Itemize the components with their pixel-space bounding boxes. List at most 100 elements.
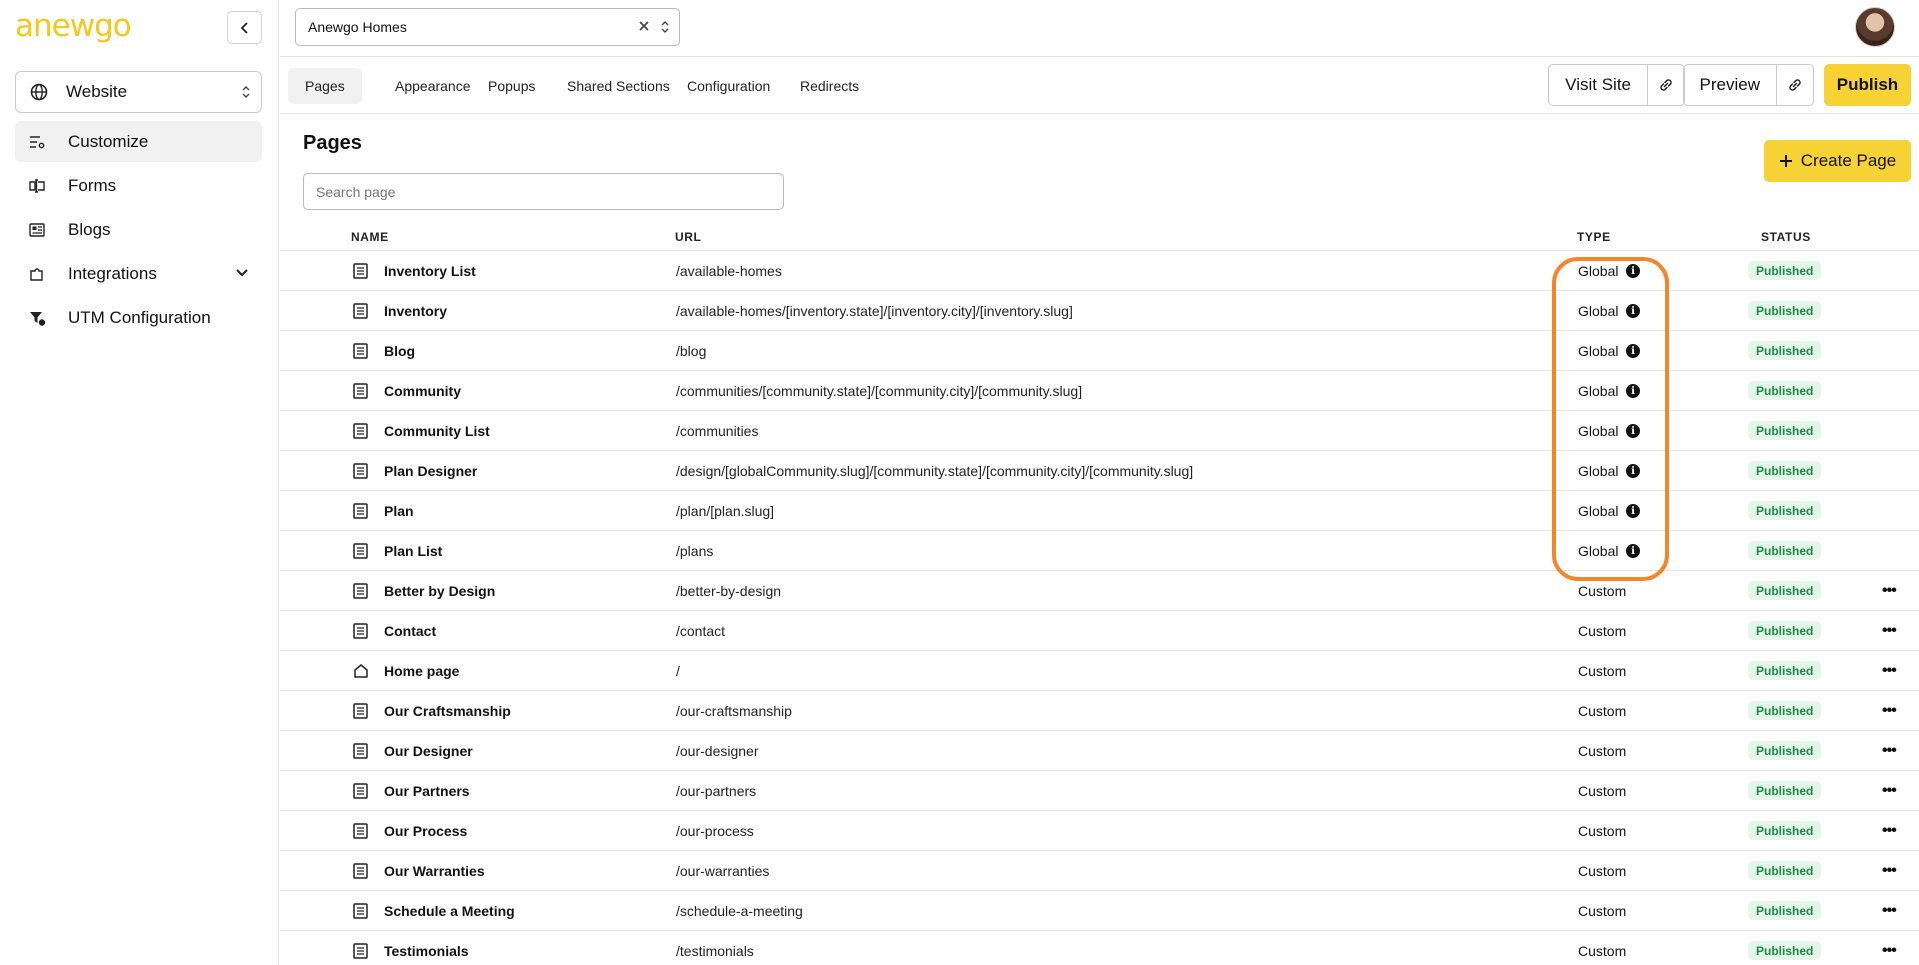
status-badge: Published [1748,501,1822,520]
clear-icon[interactable] [637,19,651,33]
page-url: /available-homes [676,263,782,279]
info-icon[interactable]: i [1626,424,1640,438]
table-row[interactable]: Community List/communities Global i Publish… [280,411,1919,451]
table-row[interactable]: Community/communities/[community.state]/… [280,371,1919,411]
table-row[interactable]: Our Warranties/our-warranties Custom Publi… [280,851,1919,891]
page-name[interactable]: Plan Designer [384,463,477,479]
page-name[interactable]: Inventory List [384,263,476,279]
page-name[interactable]: Inventory [384,303,447,319]
more-options-icon[interactable]: ••• [1882,622,1897,640]
anewgo-logo[interactable]: anewgo [15,8,132,44]
page-icon-cell [353,583,368,602]
page-icon [353,943,368,959]
chevron-down-icon[interactable] [234,265,250,281]
page-name[interactable]: Community [384,383,461,399]
info-icon[interactable]: i [1626,264,1640,278]
table-row[interactable]: Plan/plan/[plan.slug] Global i Published [280,491,1919,531]
publish-button[interactable]: Publish [1824,64,1911,106]
page-icon [353,383,368,399]
info-icon[interactable]: i [1626,544,1640,558]
table-row[interactable]: Blog/blog Global i Published [280,331,1919,371]
table-row[interactable]: Home page / Custom Published ••• [280,651,1919,691]
table-row[interactable]: Our Partners/our-partners Custom Published… [280,771,1919,811]
page-name[interactable]: Our Partners [384,783,470,799]
more-options-icon[interactable]: ••• [1882,862,1897,880]
page-icon-cell [353,703,368,722]
table-header: NAME URL TYPE STATUS [280,225,1919,251]
page-url: /communities/[community.state]/[communit… [676,383,1083,399]
page-name[interactable]: Testimonials [384,943,469,959]
more-options-icon[interactable]: ••• [1882,902,1897,920]
more-options-icon[interactable]: ••• [1882,662,1897,680]
column-url[interactable]: URL [675,230,701,244]
sidebar-item-utm-configuration[interactable]: UTM Configuration [15,297,262,338]
table-row[interactable]: Plan Designer/design/[globalCommunity.sl… [280,451,1919,491]
more-options-icon[interactable]: ••• [1882,822,1897,840]
page-name[interactable]: Our Warranties [384,863,485,879]
table-row[interactable]: Better by Design/better-by-design Custom P… [280,571,1919,611]
page-name[interactable]: Our Craftsmanship [384,703,511,719]
site-type-select[interactable]: Website [15,71,262,113]
column-name[interactable]: NAME [351,230,389,244]
table-row[interactable]: Our Designer/our-designer Custom Published… [280,731,1919,771]
collapse-sidebar-button[interactable] [227,11,262,44]
search-page-input[interactable] [303,173,784,210]
status-badge: Published [1748,381,1822,400]
link-icon [1660,79,1672,91]
tab-pages[interactable]: Pages [288,68,362,104]
page-name[interactable]: Better by Design [384,583,495,599]
table-row[interactable]: Contact/contact Custom Published ••• [280,611,1919,651]
user-avatar[interactable] [1855,7,1895,47]
page-type: Global [1578,503,1619,519]
visit-site-button[interactable]: Visit Site [1549,65,1648,105]
sidebar-item-forms[interactable]: Forms [15,165,262,206]
more-options-icon[interactable]: ••• [1882,702,1897,720]
page-name[interactable]: Community List [384,423,490,439]
builder-select[interactable]: Anewgo Homes [295,8,680,46]
column-type[interactable]: TYPE [1577,230,1611,244]
more-options-icon[interactable]: ••• [1882,582,1897,600]
page-name[interactable]: Plan [384,503,414,519]
sidebar-item-integrations[interactable]: Integrations [15,253,262,294]
page-name[interactable]: Home page [384,663,459,679]
status-badge: Published [1748,741,1822,760]
info-icon[interactable]: i [1626,464,1640,478]
sliders-icon [30,135,45,148]
page-name[interactable]: Our Designer [384,743,473,759]
table-row[interactable]: Testimonials/testimonials Custom Published… [280,931,1919,965]
column-status[interactable]: STATUS [1761,230,1811,244]
copy-site-link-button[interactable] [1648,65,1684,105]
info-icon[interactable]: i [1626,344,1640,358]
table-row[interactable]: Inventory/available-homes/[inventory.sta… [280,291,1919,331]
info-icon[interactable]: i [1626,304,1640,318]
table-row[interactable]: Schedule a Meeting/schedule-a-meeting Cus… [280,891,1919,931]
table-row[interactable]: Our Craftsmanship/our-craftsmanship Custo… [280,691,1919,731]
page-type: Global [1578,343,1619,359]
page-name[interactable]: Contact [384,623,436,639]
page-type: Custom [1578,583,1627,599]
more-options-icon[interactable]: ••• [1882,942,1897,960]
tab-redirects[interactable]: Redirects [783,68,876,104]
tab-configuration[interactable]: Configuration [670,68,787,104]
table-row[interactable]: Plan List/plans Global i Published [280,531,1919,571]
page-icon-cell [353,903,368,922]
info-icon[interactable]: i [1626,384,1640,398]
tab-shared-sections[interactable]: Shared Sections [550,68,687,104]
page-name[interactable]: Schedule a Meeting [384,903,515,919]
table-row[interactable]: Our Process/our-process Custom Published ••… [280,811,1919,851]
more-options-icon[interactable]: ••• [1882,742,1897,760]
sidebar: anewgo Website Customize Forms Blogs Integr… [0,0,279,965]
preview-button[interactable]: Preview [1684,65,1777,105]
tab-popups[interactable]: Popups [471,68,552,104]
page-name[interactable]: Our Process [384,823,467,839]
create-page-button[interactable]: Create Page [1764,140,1911,182]
table-row[interactable]: Inventory List/available-homes Global i Pub… [280,251,1919,291]
more-options-icon[interactable]: ••• [1882,782,1897,800]
page-name[interactable]: Blog [384,343,415,359]
info-icon[interactable]: i [1626,504,1640,518]
page-name[interactable]: Plan List [384,543,442,559]
page-type: Custom [1578,943,1627,959]
copy-preview-link-button[interactable] [1777,65,1813,105]
sidebar-item-blogs[interactable]: Blogs [15,209,262,250]
sidebar-item-customize[interactable]: Customize [15,121,262,162]
